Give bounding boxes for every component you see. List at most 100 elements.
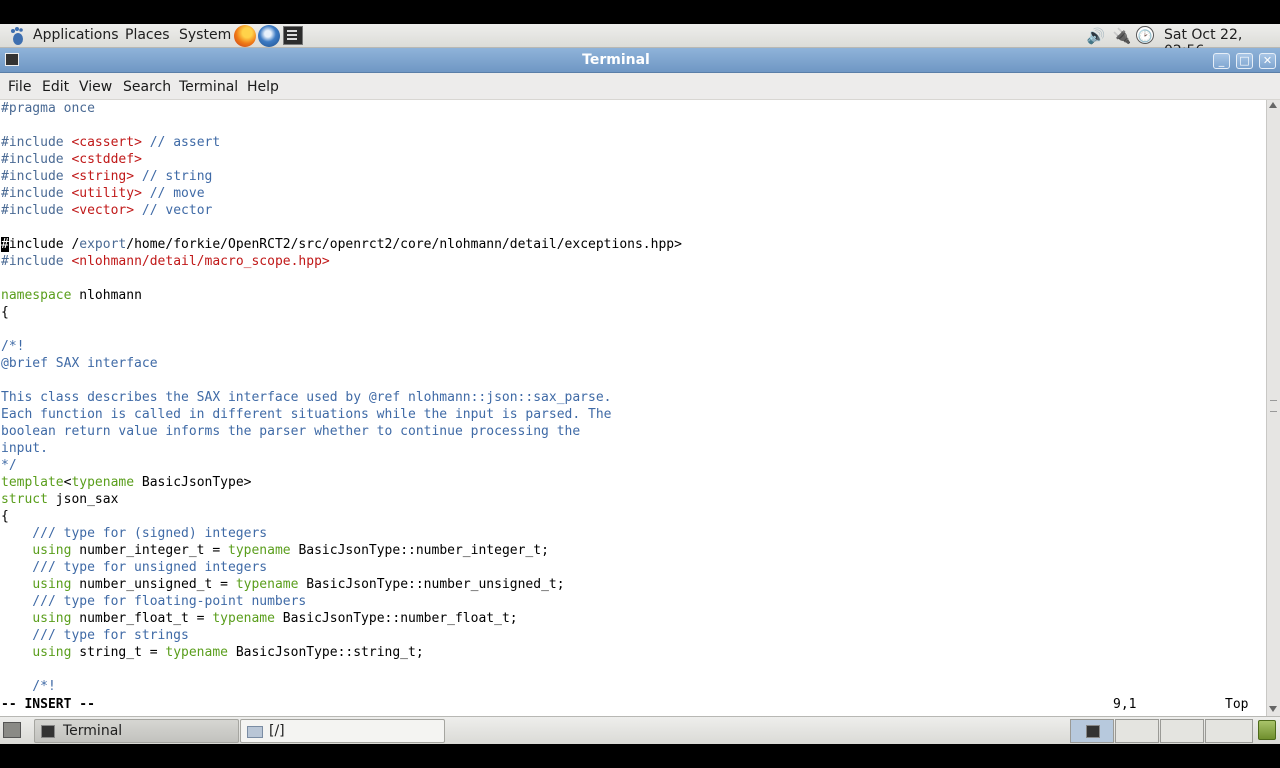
code-line[interactable]: using number_integer_t = typename BasicJ… <box>1 542 682 559</box>
code-line[interactable]: #include <cassert> // assert <box>1 134 682 151</box>
text-cursor: # <box>1 237 9 252</box>
menu-places[interactable]: Places <box>125 27 170 43</box>
vim-statusline: -- INSERT -- 9,1 Top <box>1 696 1263 713</box>
task-label: [/] <box>269 723 285 739</box>
window-title: Terminal <box>582 52 650 68</box>
code-line[interactable]: #include /export/home/forkie/OpenRCT2/sr… <box>1 236 682 253</box>
code-line[interactable]: #include <cstddef> <box>1 151 682 168</box>
network-icon[interactable]: 🔌 <box>1112 26 1132 46</box>
code-token: BasicJsonType::number_unsigned_t; <box>298 577 565 592</box>
code-token: #include <box>1 135 72 150</box>
code-token: <nlohmann/detail/macro_scope.hpp> <box>71 254 330 269</box>
code-line[interactable]: { <box>1 508 682 525</box>
code-line[interactable] <box>1 270 682 287</box>
terminal-launcher-icon[interactable] <box>283 26 303 45</box>
scroll-down-arrow-icon[interactable] <box>1269 706 1277 712</box>
code-line[interactable]: */ <box>1 457 682 474</box>
workspace-1[interactable] <box>1070 719 1114 743</box>
code-token: /*! <box>1 679 56 694</box>
workspace-4[interactable] <box>1205 719 1253 743</box>
code-token: json_sax <box>47 492 119 507</box>
volume-icon[interactable]: 🔊 <box>1086 26 1106 46</box>
maximize-button[interactable]: □ <box>1236 53 1253 69</box>
menu-applications[interactable]: Applications <box>33 27 119 43</box>
code-line[interactable]: namespace nlohmann <box>1 287 682 304</box>
code-line[interactable]: using string_t = typename BasicJsonType:… <box>1 644 682 661</box>
menu-edit[interactable]: Edit <box>42 79 69 95</box>
menu-file[interactable]: File <box>8 79 31 95</box>
code-token: /// type for floating-point numbers <box>1 594 307 609</box>
code-line[interactable]: /*! <box>1 338 682 355</box>
code-line[interactable]: #pragma once <box>1 100 682 117</box>
code-token: #include <box>1 203 72 218</box>
code-token: @brief SAX interface <box>1 356 158 371</box>
menu-view[interactable]: View <box>79 79 112 95</box>
scroll-thumb[interactable] <box>1270 400 1277 412</box>
thunderbird-icon[interactable] <box>258 25 280 47</box>
show-desktop-icon[interactable] <box>3 722 21 738</box>
code-token: Each function is called in different sit… <box>1 407 612 422</box>
code-line[interactable]: /// type for strings <box>1 627 682 644</box>
code-token: <string> <box>71 169 135 184</box>
code-line[interactable]: #include <nlohmann/detail/macro_scope.hp… <box>1 253 682 270</box>
code-token: #include <box>1 186 72 201</box>
code-token: #pragma once <box>1 101 95 116</box>
firefox-icon[interactable] <box>234 25 256 47</box>
code-line[interactable]: template<typename BasicJsonType> <box>1 474 682 491</box>
code-line[interactable] <box>1 661 682 678</box>
code-line[interactable]: Each function is called in different sit… <box>1 406 682 423</box>
code-line[interactable]: struct json_sax <box>1 491 682 508</box>
trash-icon[interactable] <box>1258 720 1276 740</box>
scroll-up-arrow-icon[interactable] <box>1269 102 1277 108</box>
code-line[interactable]: using number_float_t = typename BasicJso… <box>1 610 682 627</box>
code-line[interactable]: This class describes the SAX interface u… <box>1 389 682 406</box>
code-line[interactable]: #include <string> // string <box>1 168 682 185</box>
code-line[interactable]: /// type for floating-point numbers <box>1 593 682 610</box>
code-line[interactable]: using number_unsigned_t = typename Basic… <box>1 576 682 593</box>
menu-system[interactable]: System <box>179 27 231 43</box>
code-token: // assert <box>141 135 221 150</box>
close-button[interactable]: ✕ <box>1259 53 1276 69</box>
code-token: namespace <box>1 288 72 303</box>
code-token: { <box>1 509 9 524</box>
task-folder[interactable]: [/] <box>240 719 445 743</box>
terminal-content[interactable]: #pragma once #include <cassert> // assert… <box>0 100 1266 716</box>
task-label: Terminal <box>63 723 123 739</box>
code-line[interactable]: #include <vector> // vector <box>1 202 682 219</box>
menu-search[interactable]: Search <box>123 79 171 95</box>
code-line[interactable]: /*! <box>1 678 682 695</box>
code-line[interactable]: { <box>1 304 682 321</box>
code-token: #include <box>1 169 72 184</box>
code-line[interactable] <box>1 219 682 236</box>
code-token: BasicJsonType::string_t; <box>228 645 424 660</box>
code-line[interactable] <box>1 117 682 134</box>
cursor-position: 9,1 <box>1113 697 1137 712</box>
code-line[interactable]: #include <utility> // move <box>1 185 682 202</box>
menu-help[interactable]: Help <box>247 79 279 95</box>
code-line[interactable]: @brief SAX interface <box>1 355 682 372</box>
code-token: nlohmann <box>71 288 142 303</box>
vertical-scrollbar[interactable] <box>1266 100 1280 716</box>
workspace-3[interactable] <box>1160 719 1204 743</box>
code-line[interactable] <box>1 321 682 338</box>
code-line[interactable]: /// type for (signed) integers <box>1 525 682 542</box>
code-line[interactable] <box>1 372 682 389</box>
menu-terminal[interactable]: Terminal <box>179 79 238 95</box>
workspace-2[interactable] <box>1115 719 1159 743</box>
vim-buffer[interactable]: #pragma once #include <cassert> // assert… <box>1 100 682 695</box>
code-token: /// type for strings <box>1 628 189 643</box>
top-panel: Applications Places System 🔊 🔌 🕑 Sat Oct… <box>0 24 1280 59</box>
code-token: BasicJsonType::number_float_t; <box>274 611 518 626</box>
minimize-button[interactable]: _ <box>1213 53 1230 69</box>
code-token: typename <box>228 543 291 558</box>
code-line[interactable]: input. <box>1 440 682 457</box>
code-line[interactable]: boolean return value informs the parser … <box>1 423 682 440</box>
gnome-foot-icon[interactable] <box>7 26 27 46</box>
code-token: typename <box>212 611 275 626</box>
window-titlebar[interactable]: Terminal _ □ ✕ <box>0 48 1280 73</box>
code-line[interactable]: /// type for unsigned integers <box>1 559 682 576</box>
code-token: struct <box>1 492 48 507</box>
task-terminal[interactable]: Terminal <box>34 719 239 743</box>
clock-icon[interactable]: 🕑 <box>1136 26 1154 44</box>
